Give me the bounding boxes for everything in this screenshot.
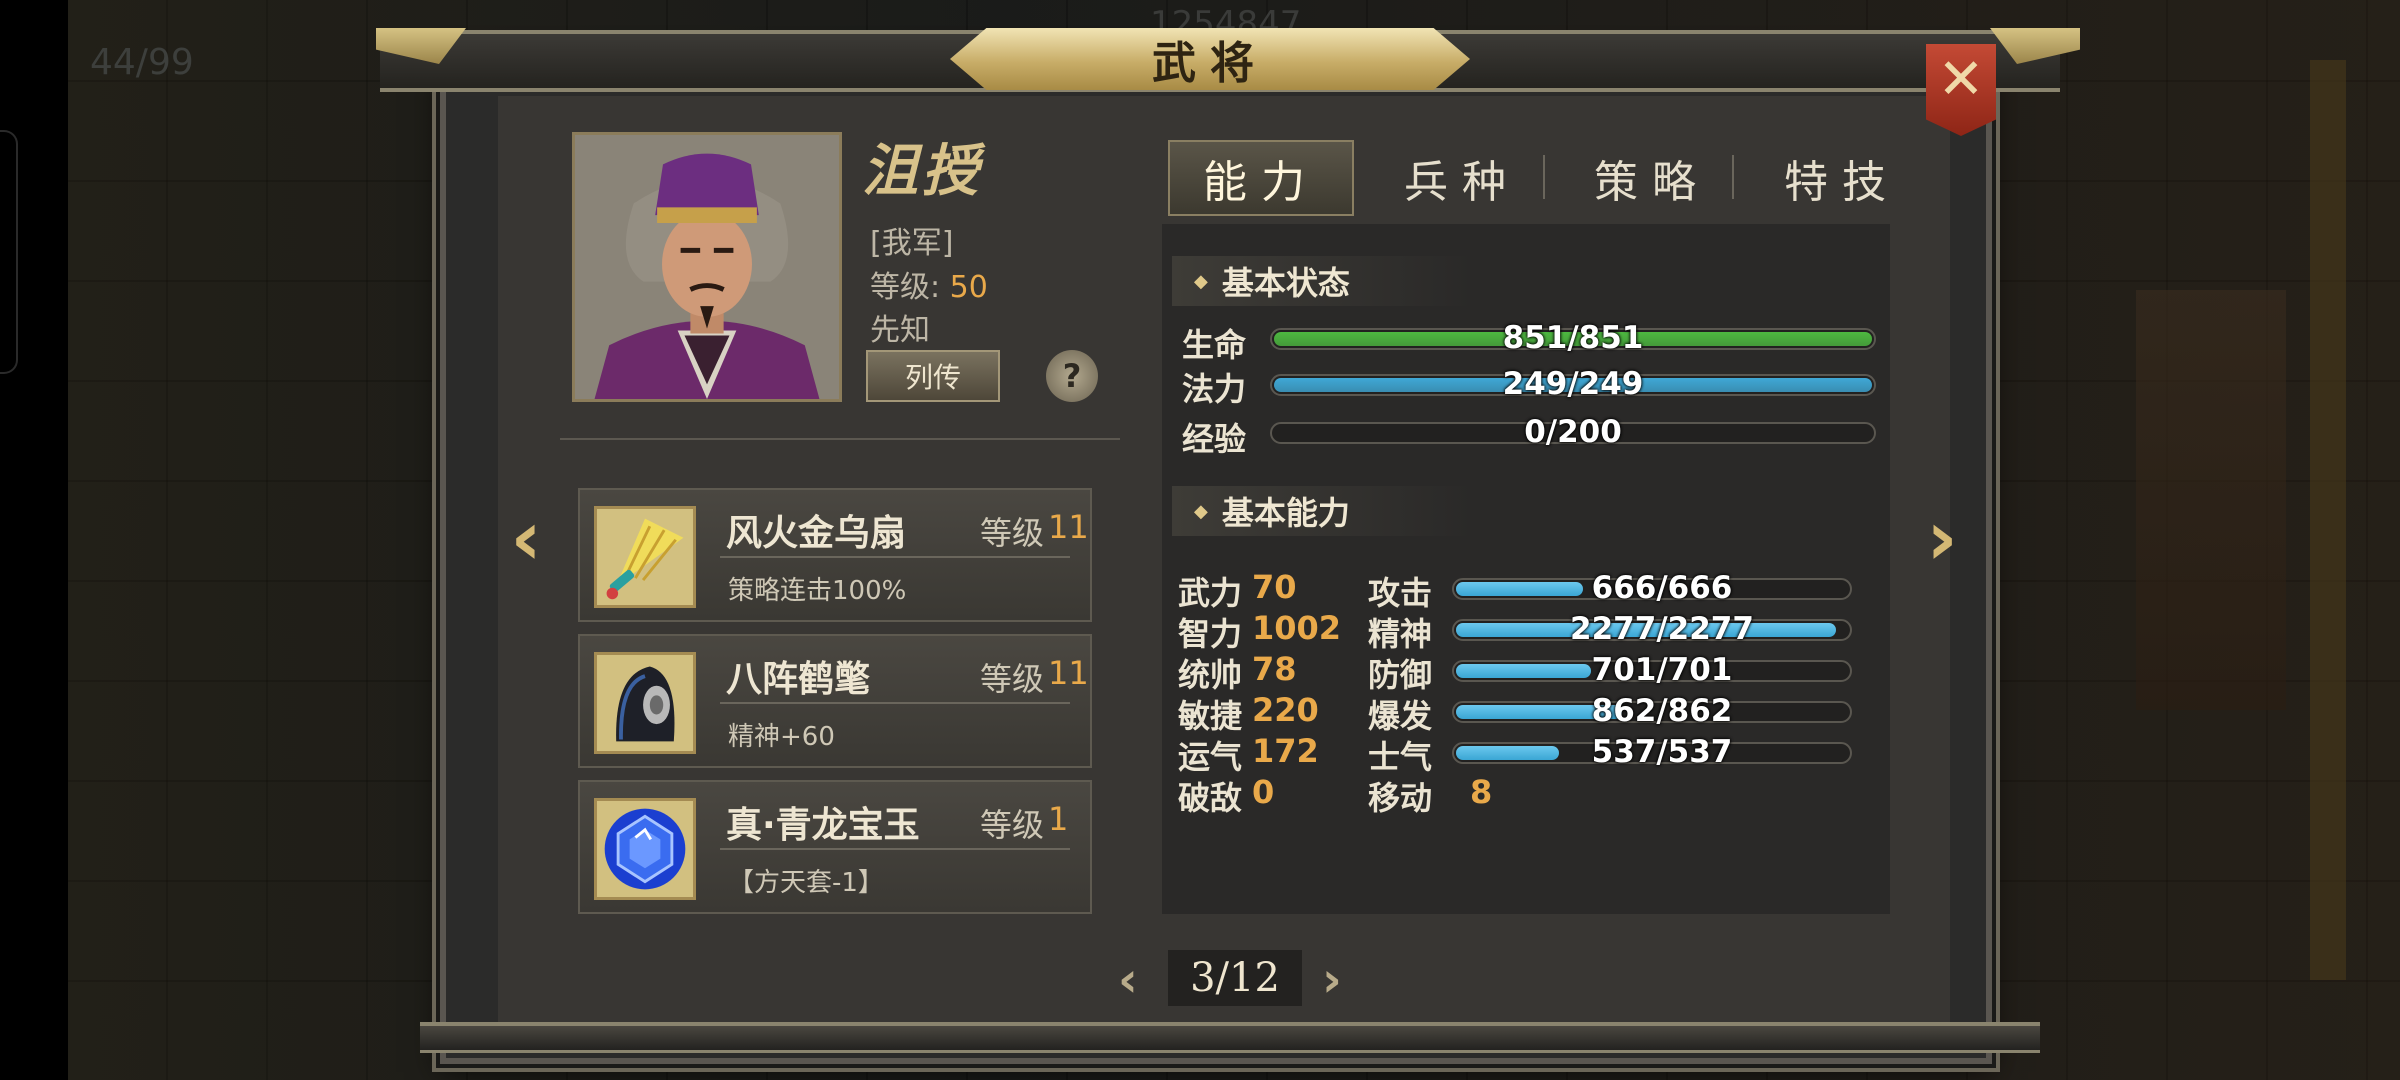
equipment-description: 精神+60 (728, 722, 835, 752)
general-skill: 先知 (870, 313, 930, 348)
hp-label: 生命 (1182, 326, 1247, 364)
general-level-value: 50 (949, 270, 988, 305)
basic-status-heading: ◆ 基本状态 (1172, 256, 1472, 306)
general-name: 沮授 (862, 138, 982, 204)
equipment-divider (720, 848, 1070, 850)
general-level-row: 等级: 50 (870, 262, 988, 306)
equipment-divider (720, 702, 1070, 704)
help-button[interactable]: ? (1046, 350, 1098, 402)
equipment-name: 八阵鹤氅 (726, 659, 871, 700)
mp-value: 249/249 (1502, 366, 1644, 402)
move-label: 移动 (1368, 779, 1433, 817)
section-title: 基本能力 (1221, 494, 1350, 532)
close-button[interactable]: ✕ (1926, 44, 1996, 136)
spirit-label: 精神 (1368, 615, 1433, 653)
crane-cloak-icon (594, 652, 696, 754)
attr-command-value: 78 (1252, 650, 1297, 688)
tab-special-skill[interactable]: 特技 (1752, 140, 1932, 216)
equipment-card[interactable]: 真·青龙宝玉 等级 1 【方天套-1】 (578, 780, 1092, 914)
equipment-level: 11 (1048, 654, 1089, 692)
morale-value: 537/537 (1591, 734, 1733, 770)
tab-separator (1732, 155, 1734, 199)
mp-label: 法力 (1182, 370, 1247, 408)
dialog-title: 武将 (1152, 38, 1268, 89)
defense-label: 防御 (1368, 656, 1433, 694)
exp-label: 经验 (1182, 420, 1247, 458)
golden-fan-icon (594, 506, 696, 608)
equipment-level: 1 (1048, 800, 1069, 838)
background-counter: 44/99 (90, 42, 194, 83)
exp-value: 0/200 (1524, 414, 1622, 450)
attr-force-label: 武力 (1178, 574, 1243, 612)
equipment-level: 11 (1048, 508, 1089, 546)
basic-ability-heading: ◆ 基本能力 (1172, 486, 1472, 536)
attr-agility-value: 220 (1252, 691, 1319, 729)
title-plaque: 武将 (950, 28, 1470, 90)
tab-troop-type[interactable]: 兵种 (1372, 140, 1552, 216)
move-value: 8 (1470, 773, 1493, 811)
equipment-name: 真·青龙宝玉 (726, 805, 920, 846)
equipment-level-label: 等级 (980, 660, 1045, 698)
hp-value: 851/851 (1502, 320, 1644, 356)
defense-value: 701/701 (1591, 652, 1733, 688)
equipment-card[interactable]: 八阵鹤氅 等级 11 精神+60 (578, 634, 1092, 768)
attr-force-value: 70 (1252, 568, 1297, 606)
spirit-value: 2277/2277 (1570, 611, 1754, 647)
blue-jade-icon (594, 798, 696, 900)
pager-next-button[interactable]: › (1322, 952, 1342, 1008)
tab-ability[interactable]: 能力 (1168, 140, 1354, 216)
close-x-icon: ✕ (1937, 47, 1985, 112)
tab-separator (1543, 155, 1545, 199)
general-portrait (572, 132, 842, 402)
pager-indicator: 3/12 (1168, 950, 1302, 1006)
equipment-divider (720, 556, 1070, 558)
attack-label: 攻击 (1368, 574, 1433, 612)
attr-command-label: 统帅 (1178, 656, 1243, 694)
general-level-label: 等级: (870, 270, 941, 305)
equipment-name: 风火金乌扇 (726, 513, 907, 554)
background-shrine (2136, 290, 2286, 710)
attr-luck-label: 运气 (1178, 738, 1243, 776)
equipment-level-label: 等级 (980, 806, 1045, 844)
burst-label: 爆发 (1368, 697, 1433, 735)
morale-label: 士气 (1368, 738, 1433, 776)
attr-agility-label: 敏捷 (1178, 697, 1243, 735)
biography-button[interactable]: 列传 (866, 350, 1000, 402)
general-faction: [我军] (870, 226, 954, 261)
section-divider (560, 438, 1120, 440)
equipment-level-label: 等级 (980, 514, 1045, 552)
portrait-image (575, 135, 839, 399)
dialog-bottom-bar (420, 1022, 2040, 1053)
equipment-description: 策略连击100% (728, 576, 907, 606)
attr-luck-value: 172 (1252, 732, 1319, 770)
diamond-bullet-icon: ◆ (1194, 500, 1208, 522)
section-title: 基本状态 (1221, 264, 1350, 302)
equipment-description: 【方天套-1】 (728, 868, 884, 898)
attr-intellect-label: 智力 (1178, 615, 1243, 653)
tab-strategy[interactable]: 策略 (1562, 140, 1742, 216)
screen-notch (0, 130, 18, 374)
diamond-bullet-icon: ◆ (1194, 270, 1208, 292)
equipment-card[interactable]: 风火金乌扇 等级 11 策略连击100% (578, 488, 1092, 622)
pager-prev-button[interactable]: ‹ (1118, 952, 1138, 1008)
attack-value: 666/666 (1591, 570, 1733, 606)
previous-general-arrow[interactable]: ‹ (496, 498, 556, 578)
burst-value: 862/862 (1591, 693, 1733, 729)
background-frame (2310, 60, 2346, 980)
attr-break-value: 0 (1252, 773, 1275, 811)
attr-intellect-value: 1002 (1252, 609, 1342, 647)
next-general-arrow[interactable]: › (1912, 498, 1972, 578)
attr-break-label: 破敌 (1178, 779, 1243, 817)
